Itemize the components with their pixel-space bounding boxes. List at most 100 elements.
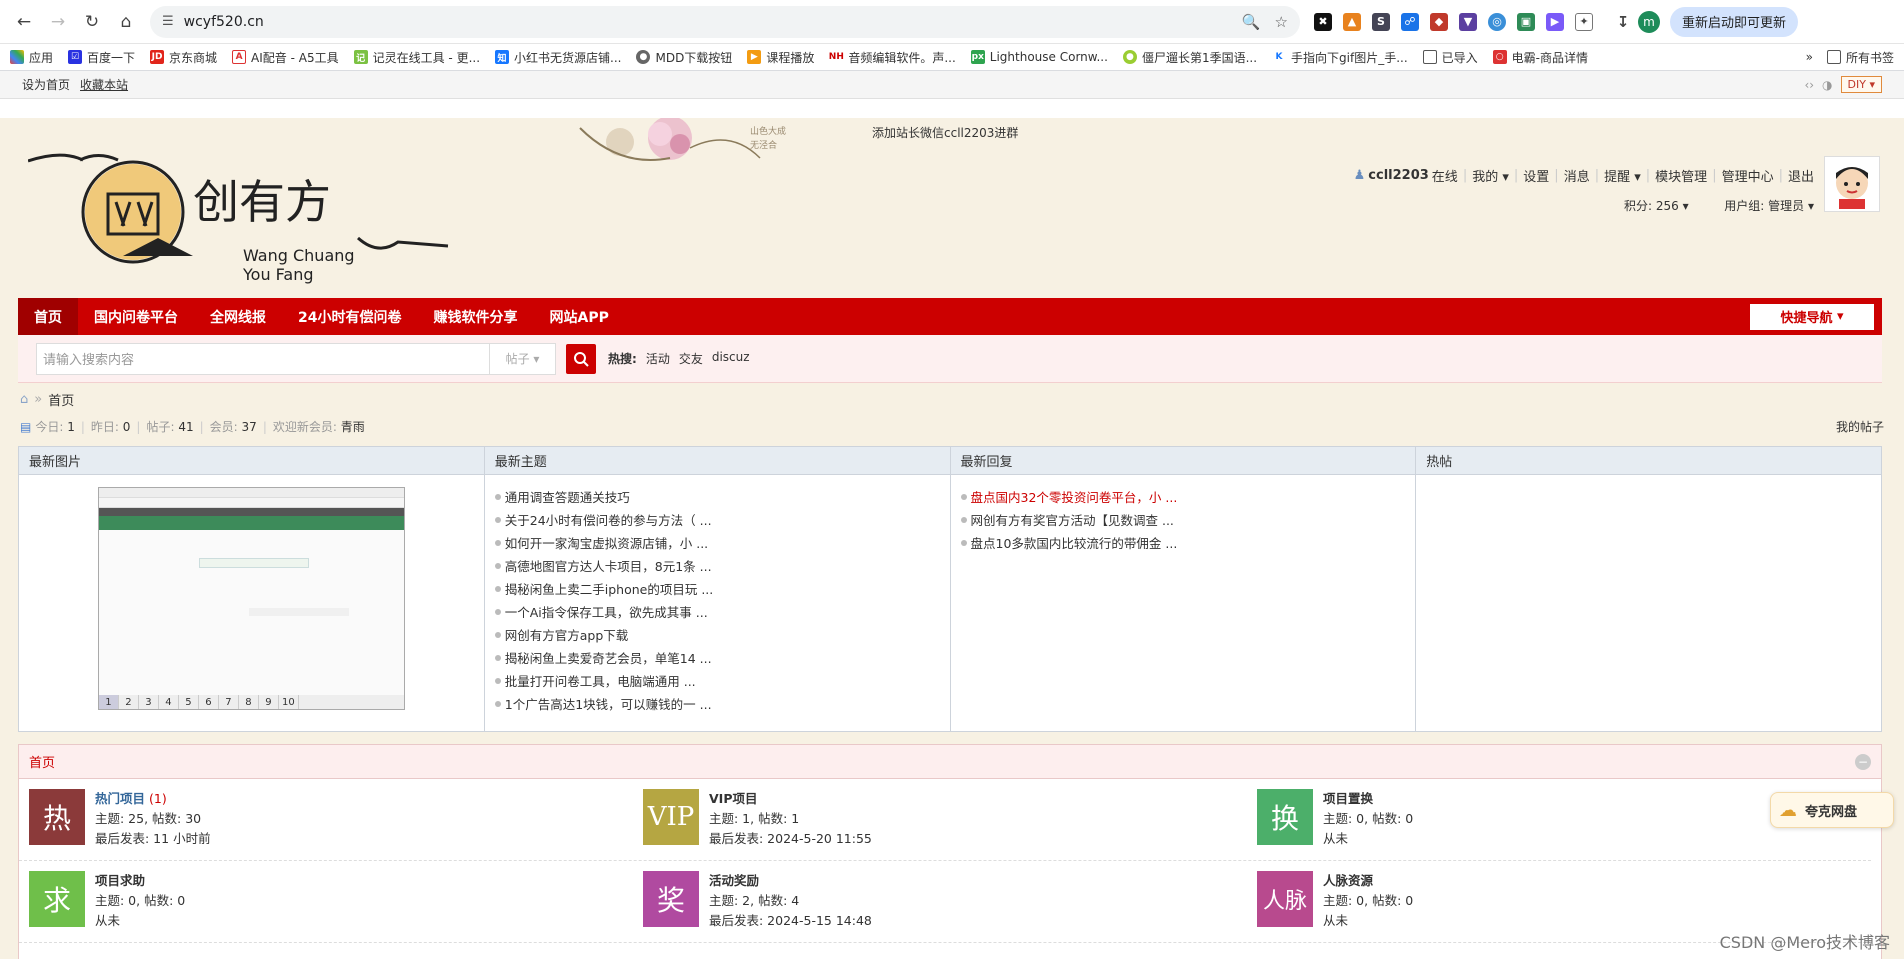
breadcrumb-current[interactable]: 首页 [48, 390, 74, 409]
admin-center-link[interactable]: 管理中心 [1722, 166, 1774, 185]
url-text[interactable]: wcyf520.cn [184, 14, 1228, 30]
topic-link[interactable]: 高德地图官方达人卡项目，8元1条 ... [495, 554, 950, 577]
thumb-page[interactable]: 7 [219, 695, 239, 709]
puzzle-icon[interactable]: ✦ [1575, 12, 1593, 31]
points-menu[interactable]: 积分: 256 ▾ [1624, 199, 1689, 213]
back-icon[interactable]: ← [10, 8, 38, 36]
reminders-menu[interactable]: 提醒 ▾ [1604, 166, 1641, 185]
bookmark-item[interactable]: 应用 [10, 49, 53, 66]
nav-survey-platforms[interactable]: 国内问卷平台 [78, 298, 194, 335]
thumb-page[interactable]: 3 [139, 695, 159, 709]
thumb-page[interactable]: 8 [239, 695, 259, 709]
bookmarks-overflow-icon[interactable]: » [1806, 50, 1813, 64]
extension-icon[interactable]: ▲ [1343, 12, 1361, 31]
topic-link[interactable]: 批量打开问卷工具，电脑端通用 ... [495, 669, 950, 692]
nav-money-apps[interactable]: 赚钱软件分享 [417, 298, 533, 335]
hot-search-link[interactable]: 活动 [646, 350, 670, 367]
board-last-post[interactable]: 最后发表: 11 小时前 [95, 829, 211, 849]
bookmark-item[interactable]: ● 僵尸遛长第1季国语... [1122, 49, 1257, 66]
topic-link[interactable]: 关于24小时有偿问卷的参与方法（ ... [495, 508, 950, 531]
thumb-page[interactable]: 2 [119, 695, 139, 709]
bookmark-item[interactable]: NH 音频编辑软件。声... [829, 49, 956, 66]
nav-deals[interactable]: 全网线报 [194, 298, 282, 335]
image-thumbnail[interactable]: 1 2 3 4 5 6 7 8 9 10 [97, 487, 405, 710]
search-button[interactable] [566, 343, 596, 374]
extension-icon[interactable]: ✖ [1314, 12, 1332, 31]
quick-nav-button[interactable]: 快捷导航 ▾ [1750, 303, 1874, 330]
board-last-post[interactable]: 最后发表: 2024-5-20 11:55 [709, 829, 872, 849]
messages-link[interactable]: 消息 [1564, 166, 1590, 185]
extension-icon[interactable]: S [1372, 12, 1390, 31]
bookmark-item[interactable]: px Lighthouse Cornw... [970, 50, 1108, 64]
board-icon[interactable]: VIP [643, 789, 699, 845]
bookmark-item[interactable]: ○ 电霸-商品详情 [1492, 49, 1588, 66]
bookmark-item[interactable]: ☑ 百度一下 [68, 49, 135, 66]
reply-link[interactable]: 盘点10多款国内比较流行的带佣金 ... [961, 531, 1416, 554]
username-link[interactable]: ccll2203 [1368, 168, 1429, 183]
update-button[interactable]: 重新启动即可更新 [1670, 6, 1799, 37]
board-name-link[interactable]: 活动奖励 [709, 873, 759, 888]
bookmark-item[interactable]: 记记灵在线工具 - 更... [353, 49, 480, 66]
bookmark-item[interactable]: ▶ 课程播放 [747, 49, 814, 66]
site-info-icon[interactable]: ☰ [162, 14, 174, 29]
forum-section-title[interactable]: 首页 [29, 752, 55, 771]
board-icon[interactable]: 换 [1257, 789, 1313, 845]
extension-icon[interactable]: ▣ [1517, 12, 1535, 31]
bookmark-item[interactable]: K 手指向下gif图片_手... [1272, 49, 1408, 66]
board-last-post[interactable]: 最后发表: 2024-5-15 14:48 [709, 911, 872, 931]
topic-link[interactable]: 如何开一家淘宝虚拟资源店铺，小 ... [495, 531, 950, 554]
nav-24h-surveys[interactable]: 24小时有偿问卷 [282, 298, 417, 335]
address-bar[interactable]: ☰ wcyf520.cn 🔍 ☆ [150, 5, 1300, 38]
set-home-link[interactable]: 设为首页 [22, 76, 70, 93]
board-icon[interactable]: 热 [29, 789, 85, 845]
nav-home[interactable]: 首页 [18, 298, 78, 335]
bookmark-item[interactable]: 知小红书无货源店铺... [495, 49, 621, 66]
extension-icon[interactable]: ▼ [1459, 12, 1477, 31]
hot-search-link[interactable]: 交友 [679, 350, 703, 367]
bookmark-folder[interactable]: 已导入 [1422, 49, 1478, 66]
newest-member-link[interactable]: 青雨 [341, 418, 365, 435]
nav-site-app[interactable]: 网站APP [533, 298, 624, 335]
download-icon[interactable]: ↧ [1614, 12, 1632, 31]
palette-icon[interactable]: ◑ [1822, 78, 1832, 92]
home-icon[interactable]: ⌂ [112, 8, 140, 36]
hot-search-link[interactable]: discuz [712, 350, 750, 367]
board-name-link[interactable]: 项目求助 [95, 873, 145, 888]
board-name-link[interactable]: 热门项目 [95, 791, 145, 806]
profile-avatar[interactable]: m [1638, 10, 1660, 33]
topic-link[interactable]: 通用调查答题通关技巧 [495, 485, 950, 508]
home-icon[interactable]: ⌂ [20, 392, 28, 407]
bookmark-item[interactable]: A AI配音 - A5工具 [232, 49, 339, 66]
thumb-page[interactable]: 10 [279, 695, 299, 709]
topic-link[interactable]: 揭秘闲鱼上卖爱奇艺会员，单笔14 ... [495, 646, 950, 669]
forward-icon[interactable]: → [44, 8, 72, 36]
avatar[interactable] [1824, 156, 1880, 212]
thumb-page[interactable]: 1 [98, 695, 119, 709]
reply-link[interactable]: 盘点国内32个零投资问卷平台，小 ... [961, 485, 1416, 508]
thumb-page[interactable]: 9 [259, 695, 279, 709]
board-name-link[interactable]: 人脉资源 [1323, 873, 1373, 888]
star-icon[interactable]: ☆ [1275, 13, 1288, 31]
extension-icon[interactable]: ◎ [1488, 12, 1506, 31]
bookmark-item[interactable]: ● MDD下载按钮 [636, 49, 732, 66]
extension-icon[interactable]: ◆ [1430, 12, 1448, 31]
module-admin-link[interactable]: 模块管理 [1655, 166, 1707, 185]
search-type-select[interactable]: 帖子 ▾ [490, 342, 556, 375]
my-menu[interactable]: 我的 ▾ [1472, 166, 1509, 185]
bookmark-item[interactable]: JD 京东商城 [150, 49, 217, 66]
collapse-icon[interactable]: − [1855, 753, 1871, 770]
collapse-icon[interactable]: ‹› [1804, 78, 1814, 92]
zoom-icon[interactable]: 🔍 [1242, 13, 1261, 31]
board-name-link[interactable]: VIP项目 [709, 791, 758, 806]
reload-icon[interactable]: ↻ [78, 8, 106, 36]
topic-link[interactable]: 揭秘闲鱼上卖二手iphone的项目玩 ... [495, 577, 950, 600]
my-posts-link[interactable]: 我的帖子 [1836, 418, 1884, 435]
thumb-page[interactable]: 6 [199, 695, 219, 709]
logout-link[interactable]: 退出 [1788, 166, 1814, 185]
bookmark-site-link[interactable]: 收藏本站 [80, 76, 128, 93]
extension-icon[interactable]: ▶ [1546, 12, 1564, 31]
search-input[interactable]: 请输入搜索内容 [36, 342, 490, 375]
board-icon[interactable]: 求 [29, 871, 85, 927]
board-icon[interactable]: 奖 [643, 871, 699, 927]
board-icon[interactable]: 人脉 [1257, 871, 1313, 927]
